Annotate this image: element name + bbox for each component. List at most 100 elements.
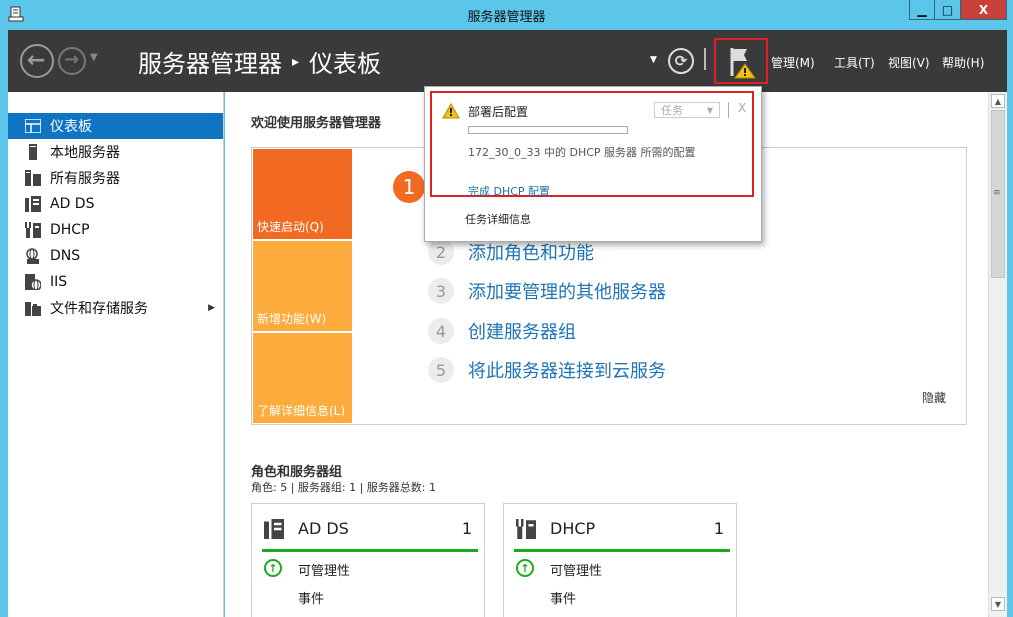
menu-view[interactable]: 视图(V) (888, 54, 930, 71)
sidebar-item-all-servers[interactable]: 所有服务器 (8, 165, 223, 191)
menu-tools[interactable]: 工具(T) (834, 54, 875, 71)
notifications-button[interactable] (714, 38, 768, 84)
sidebar-item-label: 本地服务器 (50, 145, 120, 161)
sidebar: 仪表板 本地服务器 所有服务器 AD DS DHCP DNS IIS 文件和存储… (8, 92, 224, 617)
complete-dhcp-config-link[interactable]: 完成 DHCP 配置 (468, 183, 550, 199)
server-icon (24, 144, 42, 160)
sidebar-item-dns[interactable]: DNS (8, 243, 223, 269)
scroll-up-button[interactable]: ▲ (991, 94, 1005, 108)
breadcrumb-app: 服务器管理器 (138, 50, 282, 78)
sidebar-item-label: DNS (50, 248, 81, 264)
sidebar-item-label: 仪表板 (50, 119, 92, 135)
forward-button[interactable] (58, 47, 86, 75)
role-name: AD DS (298, 519, 349, 538)
task-dropdown-label: 任务 (661, 104, 683, 117)
menu-help[interactable]: 帮助(H) (942, 54, 984, 71)
chevron-down-icon: ▼ (706, 105, 713, 115)
dns-icon (24, 248, 42, 264)
dhcp-icon (24, 222, 42, 238)
tile-label: 了解详细信息(L) (257, 404, 346, 418)
step-create-group[interactable]: 4 创建服务器组 (428, 318, 576, 344)
manageability-link[interactable]: 可管理性 (550, 560, 602, 579)
app-header: ▼ 服务器管理器 ▸ 仪表板 ▼ ⟳ 管理(M) 工具(T) 视图(V) 帮助(… (8, 30, 1007, 92)
sidebar-item-label: 所有服务器 (50, 171, 120, 187)
popup-divider (728, 102, 729, 118)
dhcp-icon (516, 519, 536, 539)
roles-summary: 角色: 5 | 服务器组: 1 | 服务器总数: 1 (251, 481, 437, 494)
menu-manage[interactable]: 管理(M) (771, 54, 815, 71)
notification-highlight: 部署后配置 任务 ▼ X 172_30_0_33 中的 DHCP 服务器 所需的… (430, 91, 754, 199)
notification-description: 172_30_0_33 中的 DHCP 服务器 所需的配置 (468, 146, 696, 159)
sidebar-item-label: 文件和存储服务 (50, 301, 148, 317)
sidebar-item-iis[interactable]: IIS (8, 269, 223, 295)
step-link[interactable]: 添加角色和功能 (468, 239, 594, 265)
events-link[interactable]: 事件 (298, 588, 324, 607)
expand-arrow-icon[interactable]: ▶ (208, 303, 215, 313)
tile-quick-start[interactable]: 快速启动(Q) (253, 149, 352, 239)
role-count: 1 (713, 519, 724, 538)
step-add-roles[interactable]: 2 添加角色和功能 (428, 239, 594, 265)
warning-icon (442, 103, 460, 119)
history-dropdown-icon[interactable]: ▼ (90, 52, 98, 63)
roles-section-title: 角色和服务器组 (251, 465, 343, 480)
notification-popup: 部署后配置 任务 ▼ X 172_30_0_33 中的 DHCP 服务器 所需的… (424, 86, 762, 242)
step-1-badge: 1 (393, 171, 425, 203)
step-number: 4 (428, 318, 454, 344)
scroll-grip-icon: ≡ (993, 188, 1001, 198)
sidebar-item-dhcp[interactable]: DHCP (8, 217, 223, 243)
step-link[interactable]: 将此服务器连接到云服务 (468, 357, 666, 383)
status-ok-icon: ↑ (516, 559, 534, 577)
sidebar-item-ad-ds[interactable]: AD DS (8, 191, 223, 217)
step-number: 2 (428, 239, 454, 265)
refresh-icon[interactable]: ⟳ (668, 48, 694, 74)
close-button[interactable]: X (961, 0, 1007, 20)
sidebar-item-local-server[interactable]: 本地服务器 (8, 139, 223, 165)
breadcrumb-separator-icon: ▸ (292, 53, 300, 70)
vertical-scrollbar[interactable]: ▲ ≡ ▼ (988, 92, 1007, 617)
role-card-dhcp[interactable]: DHCP 1 ↑ 可管理性 事件 (503, 503, 737, 617)
iis-icon (24, 274, 42, 290)
step-link[interactable]: 添加要管理的其他服务器 (468, 278, 666, 304)
refresh-dropdown-icon[interactable]: ▼ (650, 55, 657, 65)
tile-label: 快速启动(Q) (257, 220, 324, 234)
step-number: 5 (428, 357, 454, 383)
ad-ds-icon (24, 196, 42, 212)
sidebar-item-label: DHCP (50, 222, 90, 238)
dismiss-notification-button[interactable]: X (738, 101, 746, 115)
flag-warning-icon (730, 48, 756, 79)
tile-whats-new[interactable]: 新增功能(W) (253, 241, 352, 331)
breadcrumb-page: 仪表板 (309, 50, 382, 78)
breadcrumb: 服务器管理器 ▸ 仪表板 (138, 44, 381, 79)
step-link[interactable]: 创建服务器组 (468, 318, 576, 344)
status-bar (514, 549, 730, 552)
events-link[interactable]: 事件 (550, 588, 576, 607)
title-bar: 服务器管理器 ▁ □ X (0, 0, 1013, 30)
progress-bar (468, 126, 628, 134)
manageability-link[interactable]: 可管理性 (298, 560, 350, 579)
task-dropdown[interactable]: 任务 ▼ (654, 102, 720, 118)
task-details-link[interactable]: 任务详细信息 (465, 211, 531, 227)
ad-ds-icon (264, 519, 284, 539)
tile-learn-more[interactable]: 了解详细信息(L) (253, 333, 352, 423)
file-storage-icon (24, 300, 42, 316)
welcome-title: 欢迎使用服务器管理器 (251, 116, 382, 131)
sidebar-item-file-storage[interactable]: 文件和存储服务 ▶ (8, 295, 223, 321)
hide-welcome-link[interactable]: 隐藏 (922, 389, 946, 406)
notification-title: 部署后配置 (468, 105, 529, 119)
minimize-button[interactable]: ▁ (909, 0, 935, 20)
servers-icon (24, 170, 42, 186)
role-card-ad-ds[interactable]: AD DS 1 ↑ 可管理性 事件 (251, 503, 485, 617)
dashboard-icon (24, 118, 42, 134)
sidebar-item-label: IIS (50, 274, 68, 290)
role-name: DHCP (550, 519, 596, 538)
step-connect-cloud[interactable]: 5 将此服务器连接到云服务 (428, 357, 666, 383)
step-add-servers[interactable]: 3 添加要管理的其他服务器 (428, 278, 666, 304)
header-divider (704, 48, 706, 70)
status-bar (262, 549, 478, 552)
maximize-button[interactable]: □ (935, 0, 961, 20)
status-ok-icon: ↑ (264, 559, 282, 577)
sidebar-item-label: AD DS (50, 196, 95, 212)
sidebar-item-dashboard[interactable]: 仪表板 (8, 113, 223, 139)
scroll-down-button[interactable]: ▼ (991, 597, 1005, 611)
back-button[interactable] (20, 44, 54, 78)
